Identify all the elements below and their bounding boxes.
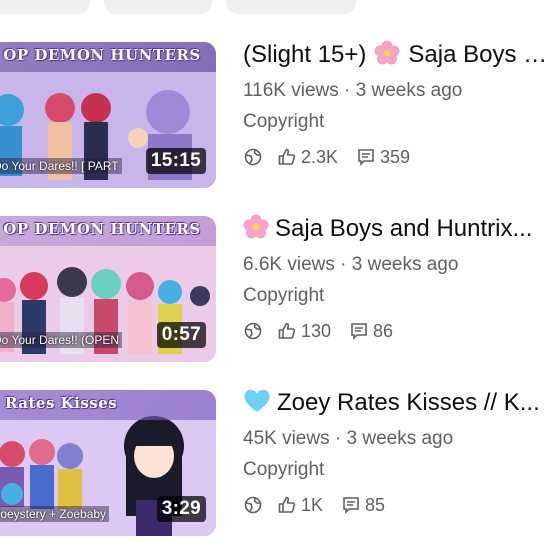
video-row[interactable]: OP DEMON HUNTERS Do Your Dares!! [ PART … <box>0 40 560 190</box>
upload-age: 3 weeks ago <box>346 428 454 449</box>
upload-age: 3 weeks ago <box>351 254 459 275</box>
video-title[interactable]: Saja Boys and Huntrix... <box>243 214 560 248</box>
video-stats: 1K 85 <box>243 493 560 517</box>
thumbs-up-icon <box>277 147 297 167</box>
thumbnail-banner-text: OP DEMON HUNTERS <box>3 220 201 238</box>
copyright-label[interactable]: Copyright <box>243 109 560 135</box>
upload-age: 3 weeks ago <box>355 80 463 101</box>
pink-flower-icon <box>243 214 269 248</box>
meta-separator: · <box>334 428 342 449</box>
filter-chip[interactable] <box>0 0 90 14</box>
like-count: 2.3K <box>301 146 339 167</box>
comment-count: 359 <box>380 146 411 167</box>
comment-count: 85 <box>365 494 386 515</box>
video-stats: 2.3K 359 <box>243 145 560 169</box>
video-thumbnail[interactable]: y Rates Kisses Zoeystery + Zoebaby 3:29 <box>0 390 216 536</box>
pink-flower-icon <box>374 40 400 74</box>
video-title[interactable]: Zoey Rates Kisses // K... <box>243 388 560 422</box>
view-count: 45K views <box>243 428 330 449</box>
filter-chip[interactable] <box>104 0 212 14</box>
video-title-text: Zoey Rates Kisses // K... <box>277 389 540 416</box>
globe-icon <box>243 495 263 515</box>
video-thumbnail[interactable]: OP DEMON HUNTERS Do Your Dares!! [ PART … <box>0 42 216 188</box>
comment-icon <box>349 321 369 341</box>
light-blue-heart-icon <box>243 388 271 422</box>
video-title[interactable]: (Slight 15+) Saja Boys and Huntrix play T… <box>243 40 560 74</box>
video-row[interactable]: y Rates Kisses Zoeystery + Zoebaby 3:29 … <box>0 388 560 538</box>
video-title-text: Saja Boys and Huntrix play Truth or Dare <box>408 41 560 68</box>
video-title-prefix: (Slight 15+) <box>243 41 367 68</box>
video-info: Saja Boys and Huntrix... 6.6K views · 3 … <box>243 214 560 343</box>
video-meta: 6.6K views · 3 weeks ago <box>243 252 560 278</box>
globe-icon <box>243 321 263 341</box>
like-count: 1K <box>301 494 324 515</box>
meta-separator: · <box>340 254 347 275</box>
comment-icon <box>341 495 361 515</box>
video-info: Zoey Rates Kisses // K... 45K views · 3 … <box>243 388 560 517</box>
thumbnail-banner-text: OP DEMON HUNTERS <box>3 46 201 64</box>
thumbnail-caption: Do Your Dares!! [ PART <box>0 158 122 174</box>
thumbs-up-icon <box>277 495 297 515</box>
thumbnail-caption: Zoeystery + Zoebaby <box>0 506 110 522</box>
video-info: (Slight 15+) Saja Boys and Huntrix play T… <box>243 40 560 169</box>
thumbnail-banner-text: y Rates Kisses <box>0 394 118 412</box>
globe-icon <box>243 147 263 167</box>
meta-separator: · <box>344 80 351 101</box>
view-count: 116K views <box>243 80 339 101</box>
comment-count: 86 <box>373 320 394 341</box>
video-title-text: Saja Boys and Huntrix... <box>275 215 533 242</box>
filter-chip[interactable] <box>226 0 356 14</box>
thumbnail-caption: Do Your Dares!! (OPEN <box>0 332 123 348</box>
video-meta: 45K views · 3 weeks ago <box>243 426 560 452</box>
like-count: 130 <box>301 320 332 341</box>
video-meta: 116K views · 3 weeks ago <box>243 78 560 104</box>
copyright-label[interactable]: Copyright <box>243 283 560 309</box>
video-duration: 0:57 <box>156 322 206 348</box>
comment-icon <box>356 147 376 167</box>
thumbs-up-icon <box>277 321 297 341</box>
video-row[interactable]: OP DEMON HUNTERS Do Your Dares!! (OPEN 0… <box>0 214 560 364</box>
view-count: 6.6K views <box>243 254 335 275</box>
copyright-label[interactable]: Copyright <box>243 457 560 483</box>
video-duration: 3:29 <box>156 496 206 522</box>
video-stats: 130 86 <box>243 319 560 343</box>
video-thumbnail[interactable]: OP DEMON HUNTERS Do Your Dares!! (OPEN 0… <box>0 216 216 362</box>
video-duration: 15:15 <box>145 148 206 174</box>
